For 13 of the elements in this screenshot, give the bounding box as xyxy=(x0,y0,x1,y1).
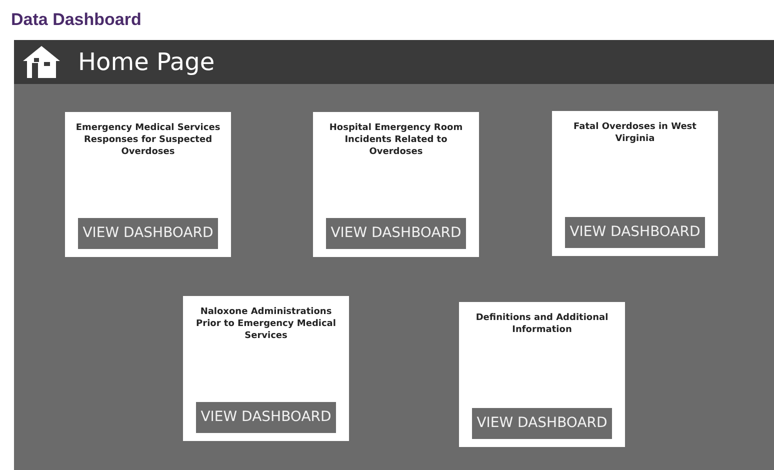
view-dashboard-button[interactable]: VIEW DASHBOARD xyxy=(196,402,336,433)
card-title: Hospital Emergency Room Incidents Related to Overdoses xyxy=(328,122,464,158)
view-dashboard-button[interactable]: VIEW DASHBOARD xyxy=(565,217,705,248)
page-title: Data Dashboard xyxy=(10,9,142,31)
view-dashboard-button[interactable]: VIEW DASHBOARD xyxy=(78,218,218,249)
home-icon xyxy=(23,46,60,78)
header-title: Home Page xyxy=(78,47,215,77)
card-title: Naloxone Administrations Prior to Emergency Medical Services xyxy=(195,306,337,342)
view-dashboard-button[interactable]: VIEW DASHBOARD xyxy=(326,218,466,249)
card-title: Fatal Overdoses in West Virginia xyxy=(572,121,698,145)
card-title: Emergency Medical Services Responses for Suspected Overdoses xyxy=(74,122,222,158)
card-title: Definitions and Additional Information xyxy=(474,312,610,336)
view-dashboard-button[interactable]: VIEW DASHBOARD xyxy=(472,408,612,439)
